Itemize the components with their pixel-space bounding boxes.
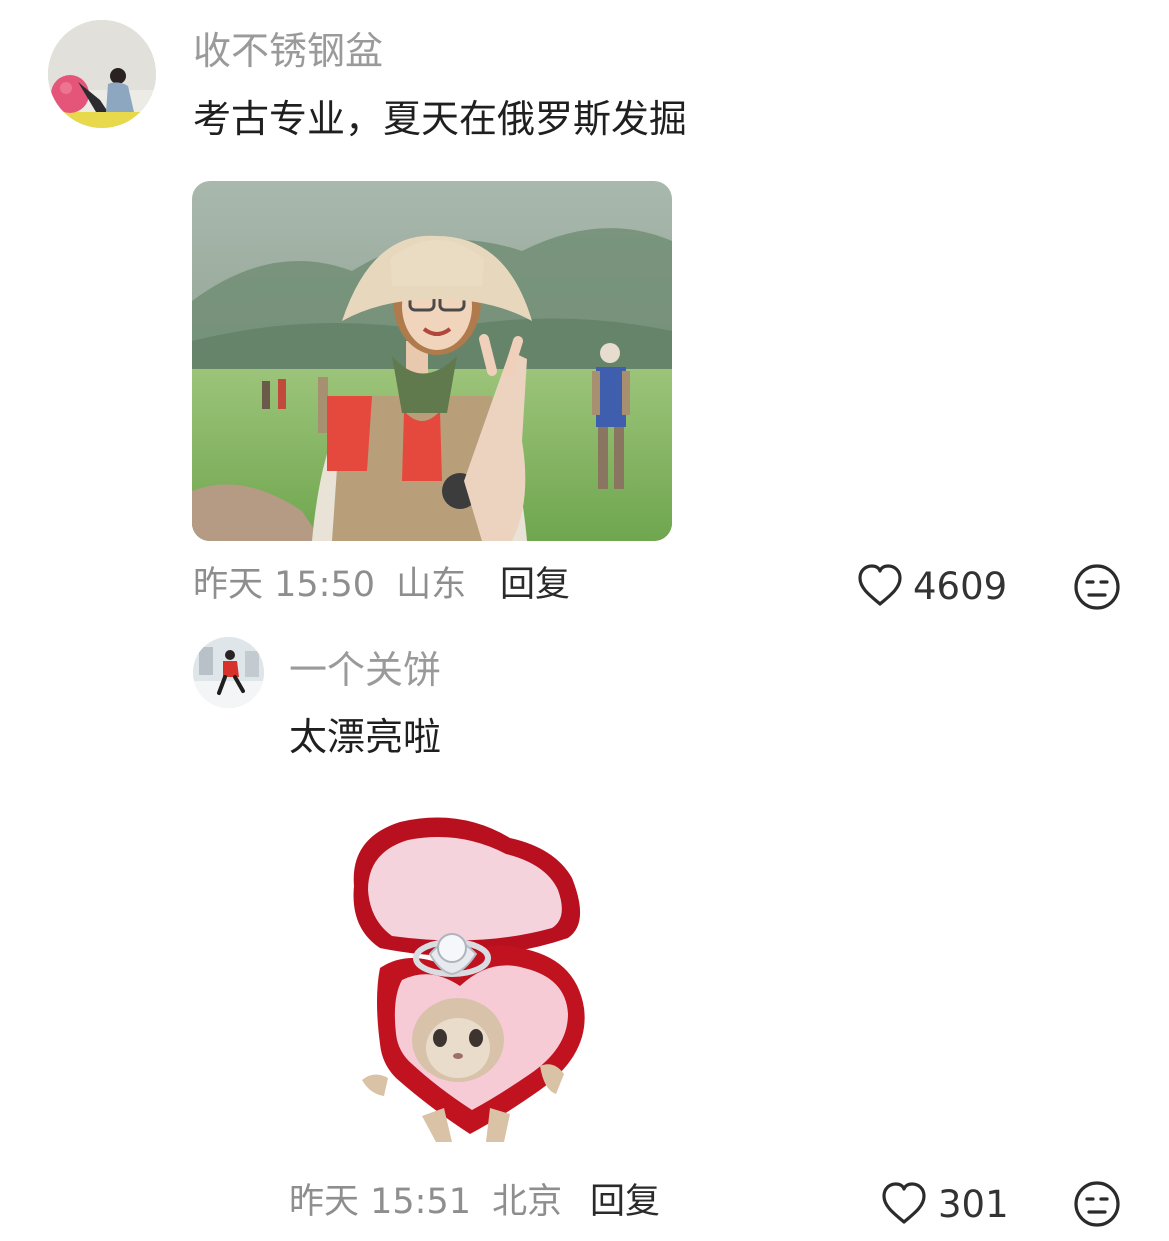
like-button[interactable]: 4609 [856,563,1016,609]
avatar[interactable] [193,637,264,708]
comment-location: 山东 [396,565,467,605]
heart-outline-icon [856,563,904,609]
meh-face-icon[interactable] [1073,1180,1121,1228]
meh-face-icon[interactable] [1073,563,1121,611]
comment-meta: 昨天 15:51 北京 [289,1185,562,1220]
like-count: 301 [938,1183,1009,1226]
comment-time: 昨天 15:50 [193,565,375,605]
comment-text: 太漂亮啦 [289,715,442,759]
comment-sticker[interactable] [340,808,620,1148]
comment-text: 考古专业，夏天在俄罗斯发掘 [193,97,688,141]
reply-button[interactable]: 回复 [500,568,570,603]
comment-image[interactable] [192,181,672,541]
reply-button[interactable]: 回复 [590,1185,660,1220]
heart-outline-icon [880,1181,928,1227]
like-button[interactable]: 301 [880,1181,1020,1227]
avatar[interactable] [48,20,156,128]
like-count: 4609 [913,565,1008,608]
username[interactable]: 一个关饼 [289,651,441,689]
comment-location: 北京 [492,1182,563,1222]
username[interactable]: 收不锈钢盆 [193,32,383,70]
comment-meta: 昨天 15:50 山东 [193,568,466,603]
comment-time: 昨天 15:51 [289,1182,471,1222]
